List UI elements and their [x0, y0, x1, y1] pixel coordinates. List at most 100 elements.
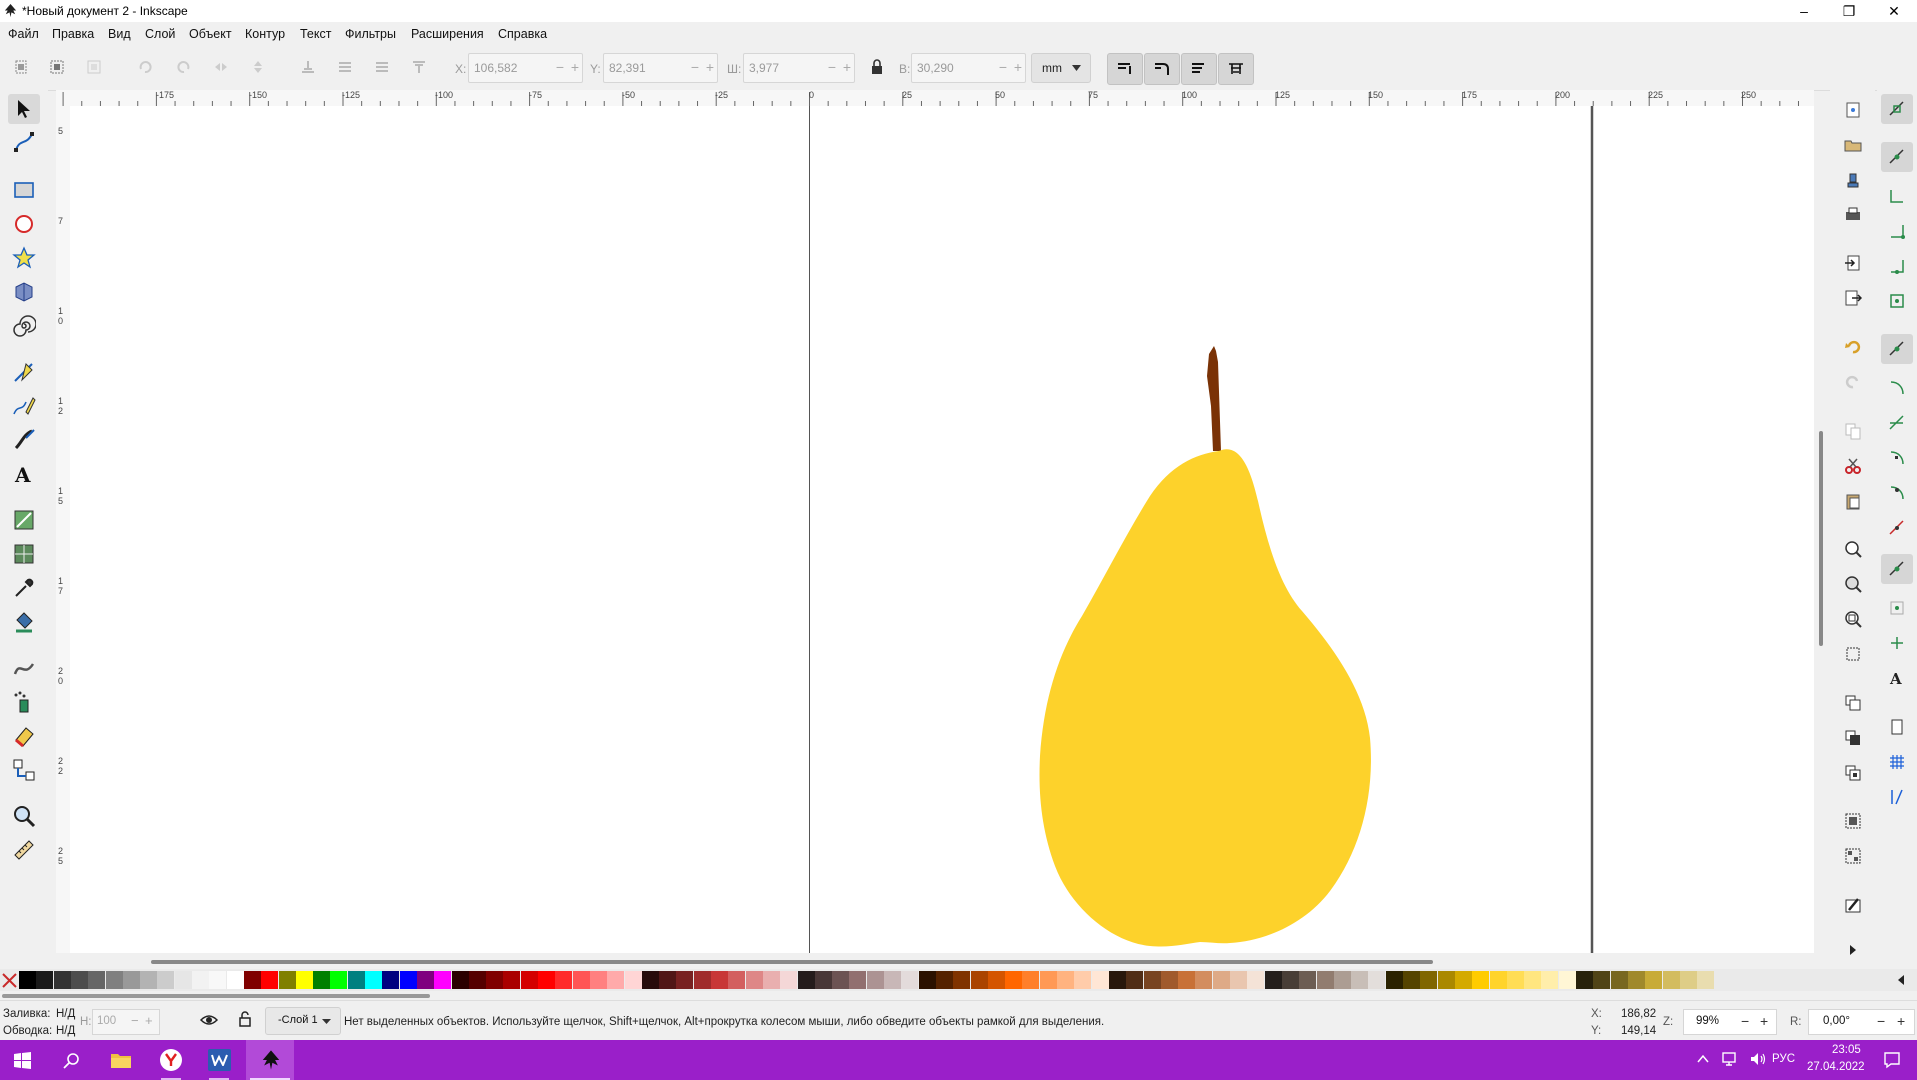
more-arrow-icon[interactable] — [1844, 941, 1862, 959]
palette-swatch[interactable] — [1524, 971, 1542, 989]
palette-swatch[interactable] — [1454, 971, 1472, 989]
snap-page-border-icon[interactable] — [1888, 718, 1906, 736]
palette-swatch[interactable] — [1333, 971, 1351, 989]
palette-swatch[interactable] — [1420, 971, 1438, 989]
palette-swatch[interactable] — [538, 971, 555, 989]
palette-swatch[interactable] — [797, 971, 815, 989]
palette-swatch[interactable] — [1627, 971, 1645, 989]
palette-swatch[interactable] — [1506, 971, 1524, 989]
snap-intersections-icon[interactable] — [1888, 414, 1906, 432]
snap-grid-icon[interactable] — [1888, 753, 1906, 771]
lock-proportions-icon[interactable] — [869, 59, 885, 75]
lower-icon[interactable] — [337, 59, 353, 75]
palette-swatch[interactable] — [140, 971, 158, 989]
palette-swatch[interactable] — [451, 971, 469, 989]
snap-line-midpoints-icon[interactable] — [1888, 519, 1906, 537]
horizontal-ruler[interactable]: -175 -150 -125 -100 -75 -50 -25 0 25 50 … — [56, 90, 1814, 107]
input-language[interactable]: РУС — [1772, 1053, 1795, 1065]
palette-swatch[interactable] — [468, 971, 486, 989]
pear-stem[interactable] — [1207, 346, 1221, 451]
palette-swatch[interactable] — [1316, 971, 1334, 989]
palette-swatch[interactable] — [1195, 971, 1213, 989]
pen-tool[interactable] — [12, 360, 36, 384]
raise-icon[interactable] — [374, 59, 390, 75]
tweak-tool[interactable] — [12, 656, 36, 680]
snap-object-center-icon[interactable] — [1888, 599, 1906, 617]
rotate-ccw-icon[interactable] — [137, 59, 153, 75]
palette-swatch[interactable] — [676, 971, 694, 989]
palette-swatch[interactable] — [641, 971, 659, 989]
snap-enable-button[interactable] — [1881, 94, 1913, 124]
menu-extensions[interactable]: Расширения — [411, 27, 484, 41]
palette-swatch[interactable] — [36, 971, 54, 989]
palette-swatch[interactable] — [1005, 971, 1023, 989]
palette-swatch[interactable] — [866, 971, 884, 989]
menu-help[interactable]: Справка — [498, 27, 547, 41]
cut-icon[interactable] — [1844, 457, 1862, 475]
ellipse-tool[interactable] — [12, 212, 36, 236]
opacity-increment[interactable]: + — [145, 1013, 153, 1028]
palette-swatch[interactable] — [70, 971, 88, 989]
palette-swatch[interactable] — [1230, 971, 1247, 989]
palette-swatch[interactable] — [901, 971, 919, 989]
palette-swatch[interactable] — [503, 971, 521, 989]
palette-swatch[interactable] — [1091, 971, 1109, 989]
palette-swatch[interactable] — [1489, 971, 1507, 989]
palette-swatch[interactable] — [1385, 971, 1403, 989]
mesh-tool[interactable] — [12, 542, 36, 566]
palette-swatch[interactable] — [728, 971, 746, 989]
horizontal-scrollbar-thumb[interactable] — [151, 960, 1433, 964]
flip-vertical-icon[interactable] — [250, 59, 266, 75]
scale-corners-button[interactable] — [1144, 53, 1180, 85]
palette-swatch[interactable] — [1645, 971, 1663, 989]
palette-swatch[interactable] — [295, 971, 313, 989]
palette-swatch[interactable] — [226, 971, 244, 989]
print-icon[interactable] — [1844, 206, 1862, 224]
height-field[interactable]: 30,290 − + — [911, 53, 1026, 83]
palette-swatch[interactable] — [416, 971, 434, 989]
menu-file[interactable]: Файл — [8, 27, 39, 41]
palette-swatch[interactable] — [520, 971, 538, 989]
layer-dropdown[interactable]: -Слой 1 — [265, 1007, 341, 1035]
deselect-icon[interactable] — [86, 59, 102, 75]
palette-swatch[interactable] — [762, 971, 780, 989]
palette-swatch[interactable] — [1247, 971, 1265, 989]
rotate-increment[interactable]: + — [1897, 1013, 1905, 1029]
palette-swatch[interactable] — [1368, 971, 1386, 989]
palette-swatch[interactable] — [1593, 971, 1611, 989]
width-increment[interactable]: + — [840, 59, 854, 75]
zoom-page-icon[interactable] — [1844, 610, 1862, 628]
palette-swatch[interactable] — [884, 971, 901, 989]
palette-swatch[interactable] — [970, 971, 988, 989]
palette-swatch[interactable] — [157, 971, 175, 989]
minimize-button[interactable]: – — [1783, 0, 1825, 22]
import-icon[interactable] — [1844, 254, 1862, 272]
fill-value[interactable]: Н/Д — [56, 1008, 75, 1020]
palette-swatch[interactable] — [1126, 971, 1144, 989]
palette-swatch[interactable] — [1472, 971, 1490, 989]
zoom-tool[interactable] — [12, 804, 36, 828]
palette-swatch[interactable] — [814, 971, 832, 989]
palette-scrollbar-thumb[interactable] — [2, 994, 430, 998]
menu-view[interactable]: Вид — [108, 27, 131, 41]
rotate-field[interactable]: 0,00° − + — [1808, 1009, 1915, 1035]
paste-icon[interactable] — [1844, 492, 1862, 510]
snap-cusp-nodes-icon[interactable] — [1888, 449, 1906, 467]
copy-icon[interactable] — [1844, 422, 1862, 440]
palette-swatch[interactable] — [434, 971, 452, 989]
palette-swatch[interactable] — [486, 971, 504, 989]
snap-others-button[interactable] — [1881, 554, 1913, 584]
x-decrement[interactable]: − — [553, 59, 567, 75]
eraser-tool[interactable] — [12, 724, 36, 748]
group-icon[interactable] — [1844, 812, 1862, 830]
node-tool[interactable] — [12, 130, 36, 154]
palette-swatch[interactable] — [918, 971, 936, 989]
palette-swatch[interactable] — [330, 971, 348, 989]
palette-swatch[interactable] — [278, 971, 296, 989]
palette-swatch[interactable] — [1281, 971, 1299, 989]
zoom-selection-icon[interactable] — [1844, 540, 1862, 558]
palette-swatch[interactable] — [105, 971, 123, 989]
connector-tool[interactable] — [12, 758, 36, 782]
snap-nodes-button[interactable] — [1881, 334, 1913, 364]
palette-swatch[interactable] — [572, 971, 590, 989]
